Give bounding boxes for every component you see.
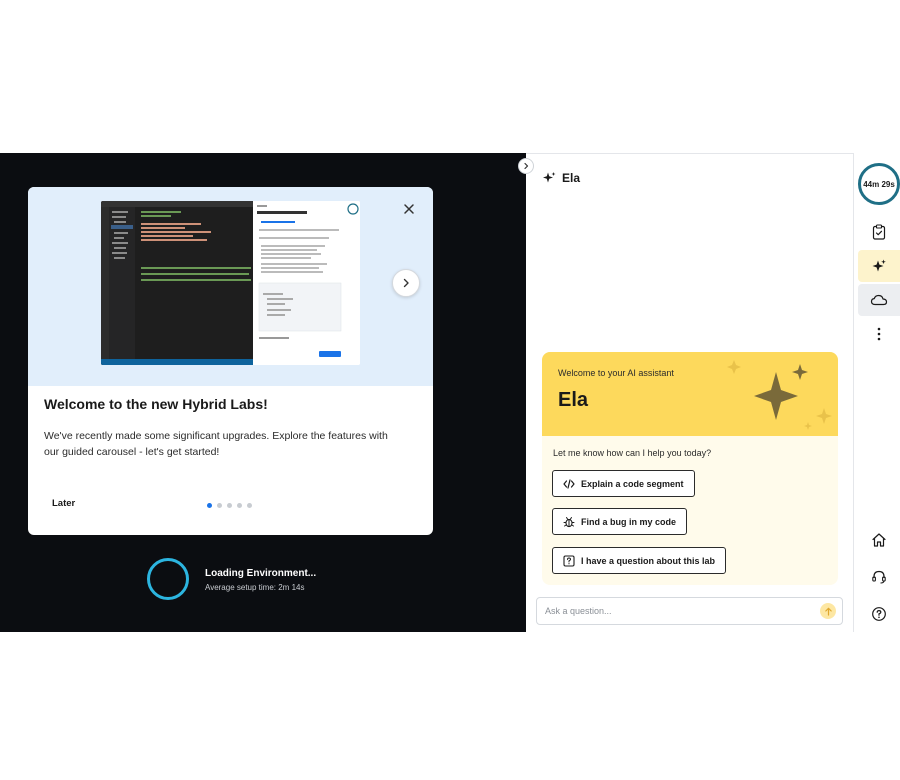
lab-question-button[interactable]: I have a question about this lab [552, 547, 727, 574]
question-icon [563, 554, 575, 567]
find-bug-button[interactable]: Find a bug in my code [552, 508, 688, 535]
find-bug-label: Find a bug in my code [581, 516, 677, 527]
feature-preview-image [101, 201, 360, 365]
assistant-welcome-card: Welcome to your AI assistant Ela Let me … [542, 352, 838, 585]
headset-icon [872, 570, 886, 584]
close-icon [404, 204, 414, 214]
carousel-next-button[interactable] [392, 269, 420, 297]
close-button[interactable] [399, 199, 419, 219]
loading-title: Loading Environment... [205, 568, 317, 579]
sparkle-icon [543, 172, 556, 183]
cloud-icon [870, 294, 888, 306]
assistant-header: Ela [542, 171, 580, 185]
welcome-kicker: Welcome to your AI assistant [558, 368, 674, 378]
arrow-up-icon [824, 607, 832, 616]
more-options-button[interactable] [858, 318, 900, 350]
carousel-dot[interactable] [207, 503, 212, 508]
carousel-dot[interactable] [247, 503, 252, 508]
explain-code-button[interactable]: Explain a code segment [552, 470, 695, 497]
collapse-panel-button[interactable] [518, 158, 534, 174]
clipboard-icon [872, 224, 886, 240]
ide-screenshot-illustration [101, 201, 360, 365]
ask-question-box [536, 597, 843, 625]
sparkle-decoration-icon [727, 360, 832, 430]
cloud-console-button[interactable] [858, 284, 900, 316]
right-rail: 44m 29s [854, 153, 900, 632]
carousel-dot[interactable] [217, 503, 222, 508]
chevron-right-icon [524, 162, 529, 170]
ai-assistant-button[interactable] [858, 250, 900, 282]
home-button[interactable] [858, 524, 900, 556]
welcome-assistant-name: Ela [558, 389, 589, 411]
loading-subtitle: Average setup time: 2m 14s [205, 583, 305, 592]
ask-question-input[interactable] [545, 598, 805, 624]
send-button[interactable] [820, 603, 836, 619]
chevron-right-icon [403, 278, 409, 288]
assistant-name: Ela [562, 171, 581, 185]
later-button[interactable]: Later [44, 496, 83, 511]
explain-code-label: Explain a code segment [581, 478, 684, 489]
carousel-dot[interactable] [237, 503, 242, 508]
code-icon [563, 478, 575, 489]
loading-indicator: Loading Environment... Average setup tim… [147, 558, 447, 602]
support-button[interactable] [858, 561, 900, 593]
help-icon [872, 607, 886, 621]
sparkle-icon [872, 259, 886, 272]
carousel-dot[interactable] [227, 503, 232, 508]
more-icon [877, 327, 881, 341]
loading-spinner [147, 558, 189, 600]
home-icon [872, 533, 886, 547]
lab-timer: 44m 29s [858, 163, 900, 205]
modal-title: Welcome to the new Hybrid Labs! [44, 396, 268, 412]
lab-question-label: I have a question about this lab [581, 555, 716, 566]
welcome-banner: Welcome to your AI assistant Ela [542, 352, 838, 436]
help-button[interactable] [858, 598, 900, 630]
bug-icon [563, 516, 575, 527]
instructions-button[interactable] [858, 216, 900, 248]
modal-body-text: We've recently made some significant upg… [44, 430, 388, 458]
app-window: Welcome to the new Hybrid Labs! We've re… [0, 0, 900, 780]
carousel-pagination [207, 503, 252, 508]
assistant-prompt: Let me know how can I help you today? [553, 448, 712, 458]
onboarding-modal: Welcome to the new Hybrid Labs! We've re… [28, 187, 433, 535]
ai-assistant-panel: Ela Welcome to your AI assistant Ela Let… [518, 153, 854, 632]
carousel-hero [28, 187, 433, 386]
